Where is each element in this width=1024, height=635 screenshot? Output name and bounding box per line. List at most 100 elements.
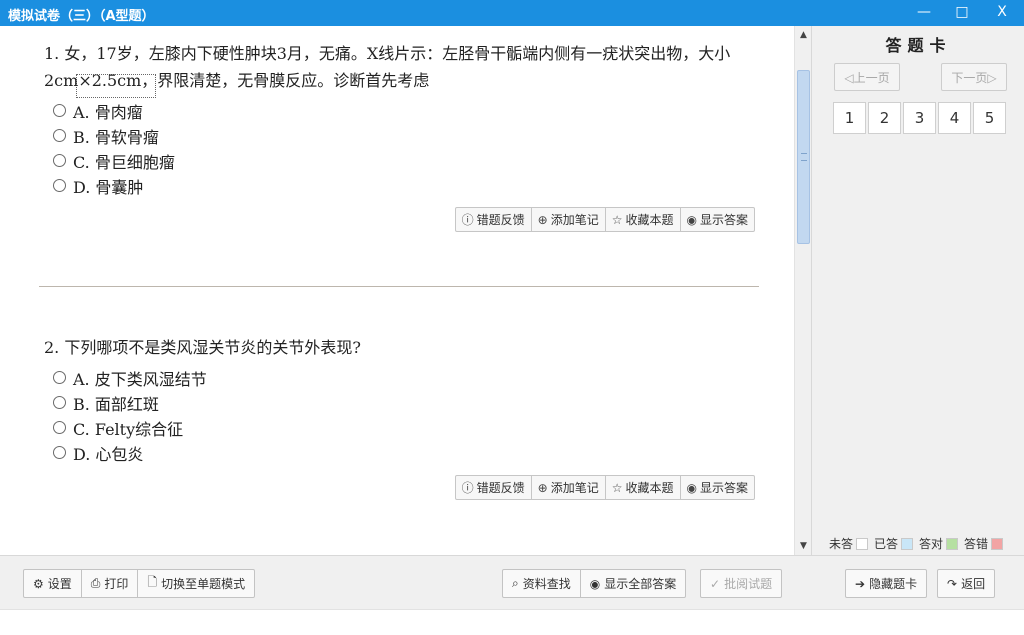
close-button[interactable]: X [982,0,1022,26]
middle-button-group: ⌕ 资料查找 ◉ 显示全部答案 [502,569,687,598]
option-label: D. 心包炎 [73,444,144,464]
switch-mode-button[interactable]: 🗋 切换至单题模式 [138,570,254,597]
window-title: 模拟试卷（三）（A型题） [8,9,155,24]
switch-mode-label: 切换至单题模式 [161,577,246,591]
legend-label: 未答 [829,537,854,551]
vertical-scrollbar[interactable]: ▲ ▼ [794,26,811,555]
option-label: A. 骨肉瘤 [73,102,143,122]
return-arrow-icon: ↷ [947,576,958,591]
legend-swatch [946,537,959,550]
feedback-button[interactable]: ⓘ 错题反馈 [456,208,532,231]
radio-button[interactable] [53,154,66,167]
answer-card-panel: 答题卡 ◁上一页 下一页▷ 1 2 3 4 5 未答 已答 答对 答错 [811,26,1024,555]
add-note-button[interactable]: ⊕ 添加笔记 [532,476,606,499]
search-button[interactable]: ⌕ 资料查找 [503,570,581,597]
legend-correct: 答对 [919,535,959,552]
question-number-button[interactable]: 1 [833,102,866,134]
back-button[interactable]: ↷ 返回 [938,570,994,597]
question-number-button[interactable]: 5 [973,102,1006,134]
settings-label: 设置 [47,577,72,591]
scroll-thumb[interactable] [797,70,810,244]
scroll-down-arrow[interactable]: ▼ [797,539,810,553]
option-b[interactable]: B. 面部红斑 [44,390,754,415]
show-answer-button[interactable]: ◉ 显示答案 [681,208,755,231]
option-label: C. 骨巨细胞瘤 [73,152,175,172]
eye-icon: ◉ [686,212,697,227]
option-a[interactable]: A. 骨肉瘤 [44,98,754,123]
favorite-button[interactable]: ☆ 收藏本题 [606,208,681,231]
option-a[interactable]: A. 皮下类风湿结节 [44,365,754,390]
radio-button[interactable] [53,129,66,142]
question-text: 2. 下列哪项不是类风湿关节炎的关节外表现? [44,338,361,357]
maximize-button[interactable]: □ [942,0,982,26]
radio-button[interactable] [53,396,66,409]
feedback-label: 错题反馈 [476,481,525,495]
option-label: A. 皮下类风湿结节 [73,369,207,389]
add-note-button[interactable]: ⊕ 添加笔记 [532,208,606,231]
option-b[interactable]: B. 骨软骨瘤 [44,123,754,148]
print-label: 打印 [104,577,129,591]
status-legend: 未答 已答 答对 答错 [829,535,1009,552]
grade-button-group: ✓ 批阅试题 [700,569,783,598]
arrow-circle-icon: ➔ [855,576,866,591]
feedback-button[interactable]: ⓘ 错题反馈 [456,476,532,499]
question-2: 2. 下列哪项不是类风湿关节炎的关节外表现? A. 皮下类风湿结节 B. 面部红… [44,334,754,465]
show-answer-label: 显示答案 [699,481,748,495]
next-page-button[interactable]: 下一页▷ [941,63,1007,91]
favorite-button[interactable]: ☆ 收藏本题 [606,476,681,499]
hide-card-group: ➔ 隐藏题卡 [845,569,928,598]
search-label: 资料查找 [522,577,571,591]
question-1-tools: ⓘ 错题反馈 ⊕ 添加笔记 ☆ 收藏本题 ◉ 显示答案 [454,207,755,232]
answer-card-title: 答题卡 [885,36,952,55]
option-c[interactable]: C. Felty综合征 [44,415,754,440]
option-label: C. Felty综合征 [73,419,184,439]
printer-icon: ⎙ [90,576,101,590]
scroll-up-arrow[interactable]: ▲ [797,28,810,42]
eye-icon: ◉ [589,576,601,591]
legend-answered: 已答 [874,535,914,552]
radio-button[interactable] [53,104,66,117]
eye-icon: ◉ [686,480,697,495]
minimize-button[interactable]: — [904,0,944,26]
favorite-label: 收藏本题 [625,481,674,495]
radio-button[interactable] [53,421,66,434]
legend-swatch [856,537,869,550]
document-icon: 🗋 [147,575,158,589]
question-area: 1. 女，17岁，左膝内下硬性肿块3月，无痛。X线片示：左胫骨干骺端内侧有一疣状… [4,26,794,555]
grip-icon [801,153,807,161]
radio-button[interactable] [53,179,66,192]
question-number-button[interactable]: 4 [938,102,971,134]
option-d[interactable]: D. 骨囊肿 [44,173,754,198]
option-d[interactable]: D. 心包炎 [44,440,754,465]
settings-button[interactable]: ⚙ 设置 [24,570,82,597]
question-2-tools: ⓘ 错题反馈 ⊕ 添加笔记 ☆ 收藏本题 ◉ 显示答案 [454,475,755,500]
feedback-label: 错题反馈 [476,213,525,227]
show-all-answers-button[interactable]: ◉ 显示全部答案 [581,570,686,597]
check-circle-icon: ✓ [710,576,721,591]
question-number-button[interactable]: 3 [903,102,936,134]
back-group: ↷ 返回 [937,569,996,598]
radio-button[interactable] [53,446,66,459]
hide-card-button[interactable]: ➔ 隐藏题卡 [846,570,926,597]
star-icon: ☆ [611,480,623,495]
show-answer-button[interactable]: ◉ 显示答案 [681,476,755,499]
question-divider [39,286,759,287]
back-label: 返回 [961,577,986,591]
legend-wrong: 答错 [964,535,1004,552]
question-number-grid: 1 2 3 4 5 [833,102,1008,134]
favorite-label: 收藏本题 [625,213,674,227]
star-icon: ☆ [611,212,623,227]
radio-button[interactable] [53,371,66,384]
title-bar: 模拟试卷（三）（A型题） — □ X [0,0,1024,26]
print-button[interactable]: ⎙ 打印 [82,570,139,597]
search-icon: ⌕ [512,576,519,590]
grade-button[interactable]: ✓ 批阅试题 [701,570,781,597]
legend-label: 答错 [964,537,989,551]
legend-unanswered: 未答 [829,535,869,552]
option-c[interactable]: C. 骨巨细胞瘤 [44,148,754,173]
status-strip [0,609,1024,635]
question-number-button[interactable]: 2 [868,102,901,134]
prev-page-button[interactable]: ◁上一页 [834,63,900,91]
question-1: 1. 女，17岁，左膝内下硬性肿块3月，无痛。X线片示：左胫骨干骺端内侧有一疣状… [44,40,754,198]
note-label: 添加笔记 [550,213,599,227]
